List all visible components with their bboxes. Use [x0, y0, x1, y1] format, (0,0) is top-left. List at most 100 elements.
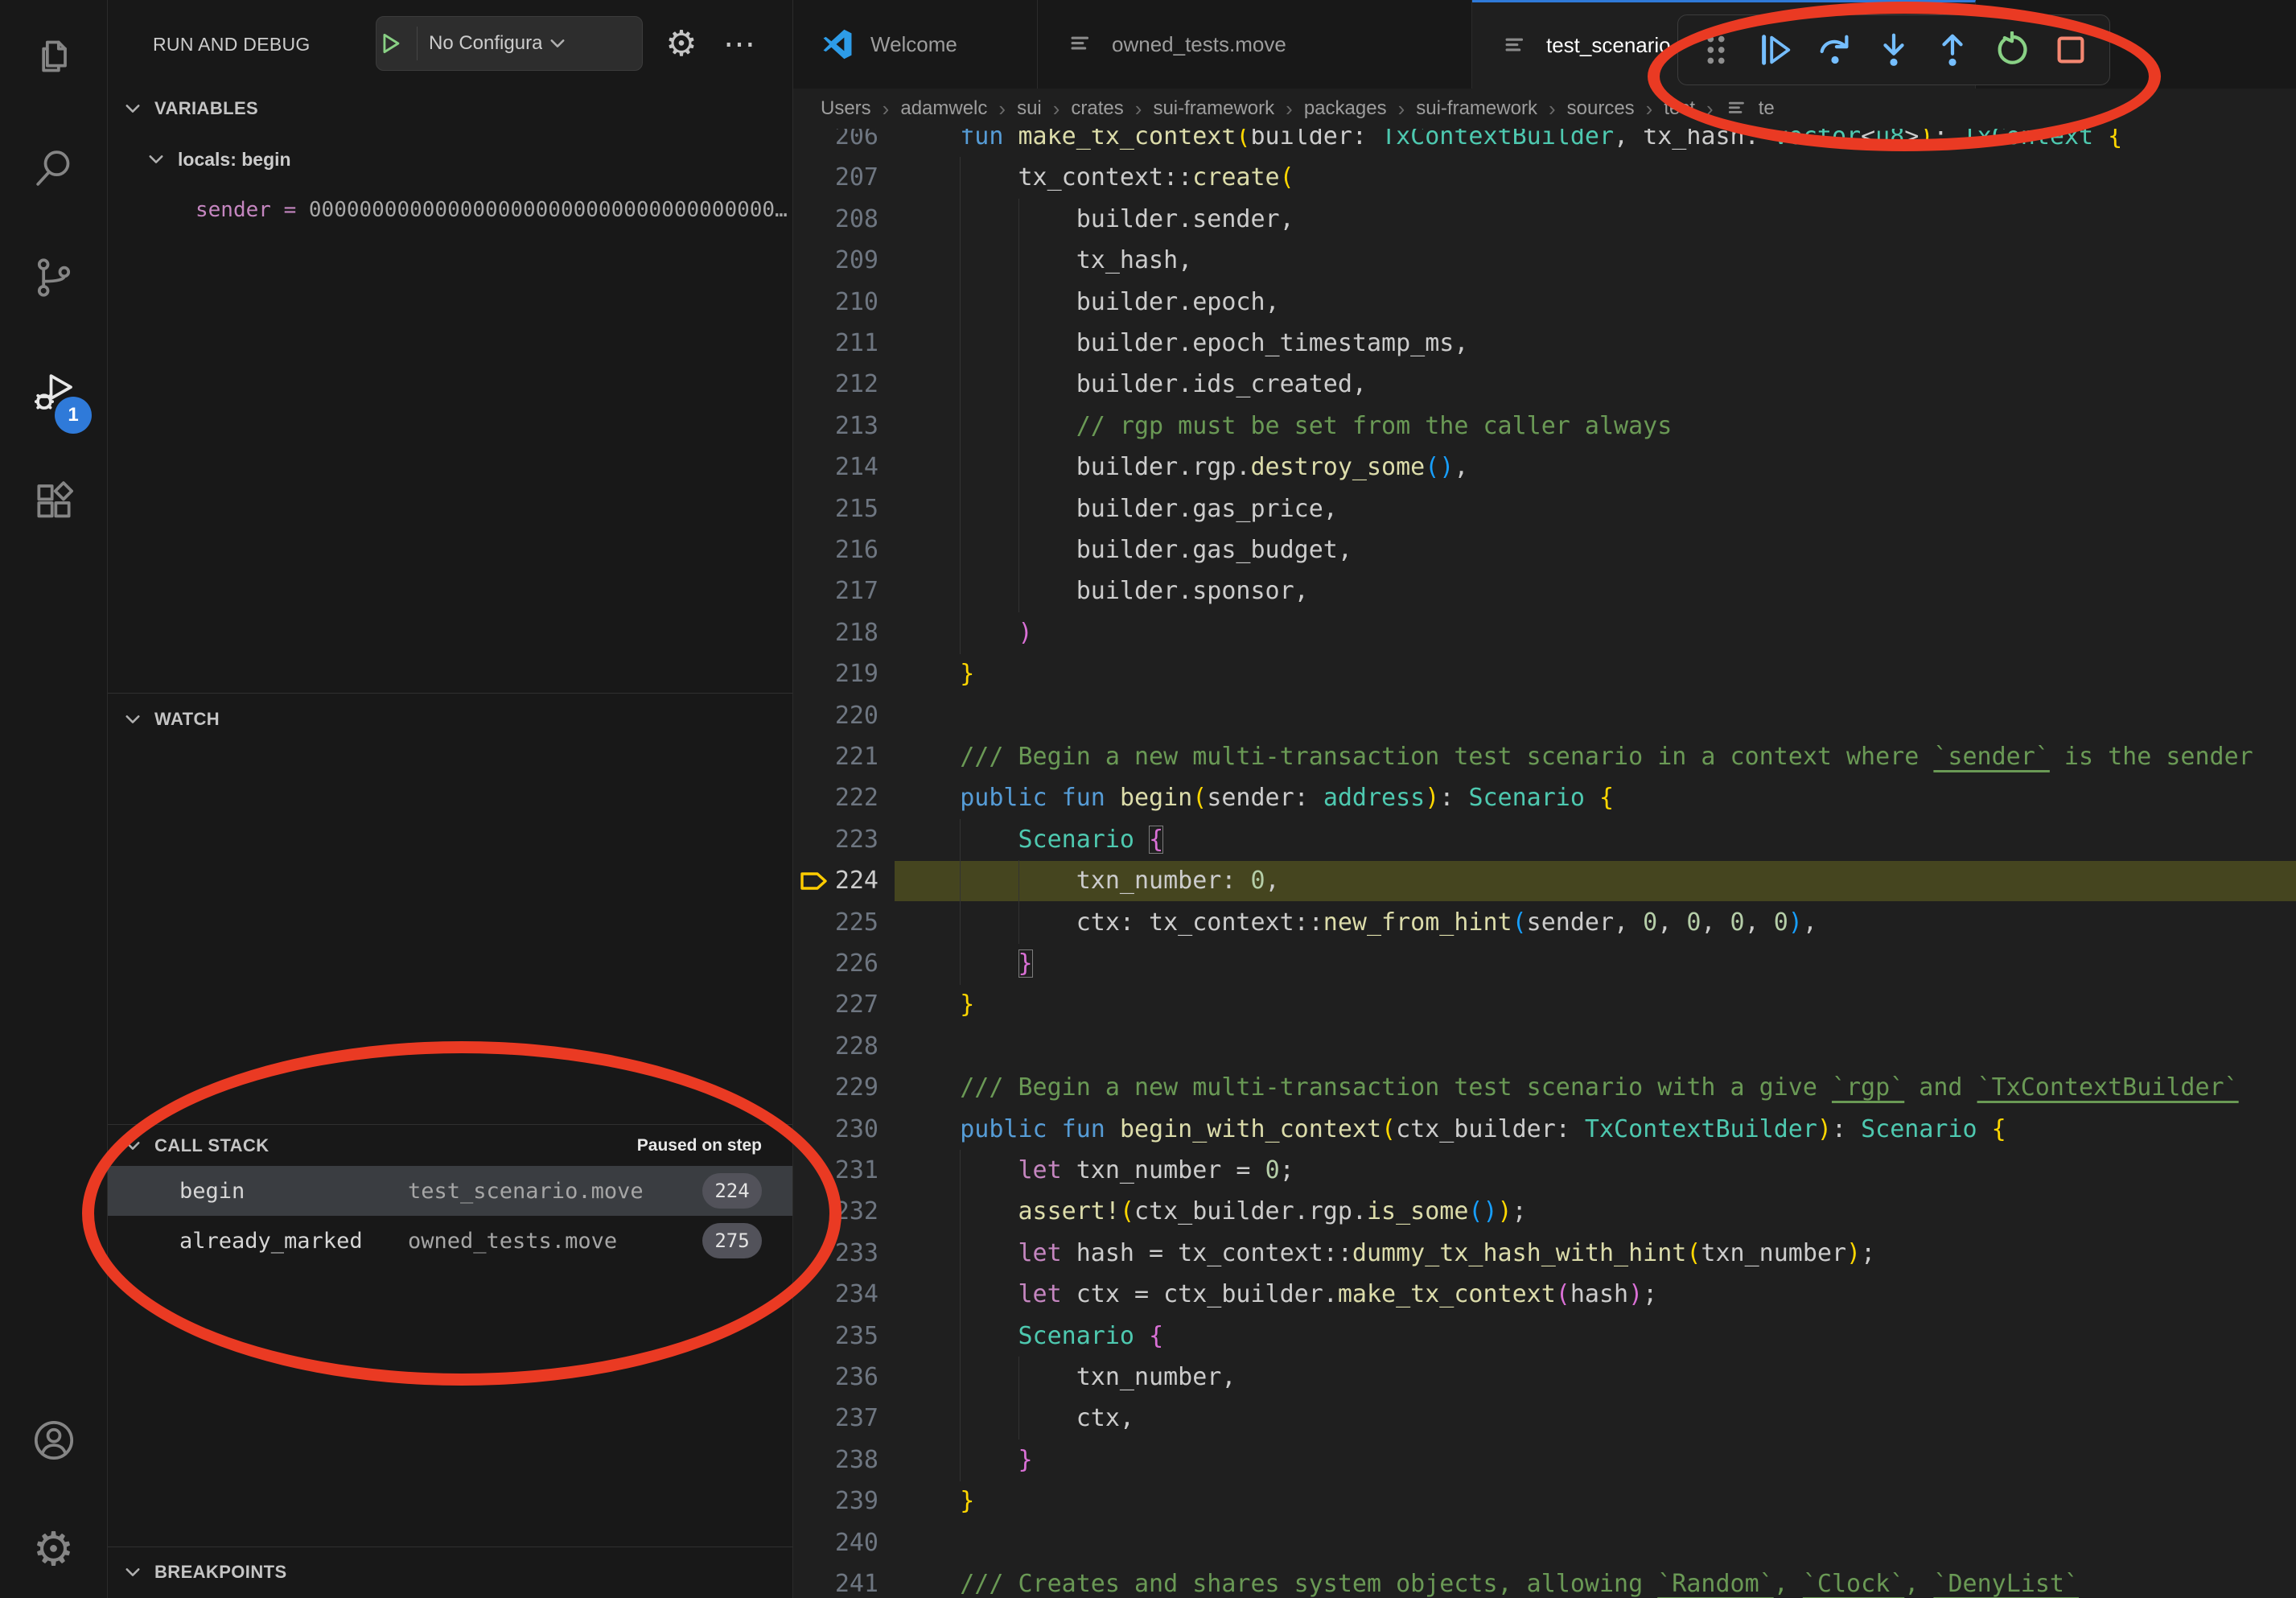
code-line-text[interactable]: }: [902, 653, 2296, 695]
code-line-text[interactable]: builder.gas_price,: [902, 488, 2296, 530]
line-number[interactable]: 220: [793, 695, 878, 737]
activity-bar-item-settings[interactable]: ⚙: [0, 1508, 107, 1592]
breakpoints-section-header[interactable]: BREAKPOINTS: [108, 1553, 792, 1592]
call-stack-section-header[interactable]: CALL STACK Paused on step: [108, 1126, 792, 1165]
line-number[interactable]: 237: [793, 1398, 878, 1439]
line-number[interactable]: 218: [793, 612, 878, 654]
code-line-text[interactable]: ctx,: [902, 1398, 2296, 1439]
code-line-text[interactable]: tx_context::create(: [902, 157, 2296, 199]
views-more-actions-icon[interactable]: ⋯: [718, 23, 761, 66]
variables-scope-row[interactable]: locals: begin: [108, 139, 792, 179]
line-number[interactable]: 231: [793, 1150, 878, 1192]
code-line-text[interactable]: /// Creates and shares system objects, a…: [902, 1563, 2296, 1598]
line-number[interactable]: 227: [793, 984, 878, 1026]
breadcrumb-item[interactable]: sui-framework: [1153, 97, 1274, 120]
code-line-text[interactable]: [902, 1026, 2296, 1068]
code-line-text[interactable]: builder.rgp.destroy_some(),: [902, 447, 2296, 488]
call-stack-frame[interactable]: begintest_scenario.move224: [108, 1166, 792, 1216]
breadcrumb-item[interactable]: sources: [1567, 97, 1635, 120]
code-line-text[interactable]: ): [902, 612, 2296, 654]
line-number[interactable]: 240: [793, 1522, 878, 1564]
code-line-text[interactable]: Scenario {: [902, 819, 2296, 861]
line-number[interactable]: 216: [793, 529, 878, 571]
code-line-text[interactable]: assert!(ctx_builder.rgp.is_some());: [902, 1191, 2296, 1233]
variable-sender-row[interactable]: sender = 0000000000000000000000000000000…: [108, 190, 792, 230]
code-line-text[interactable]: [902, 1522, 2296, 1564]
debug-step-over-button[interactable]: [1811, 26, 1859, 74]
line-number[interactable]: 233: [793, 1233, 878, 1275]
tab-welcome[interactable]: Welcome: [793, 0, 1038, 89]
line-number[interactable]: 229: [793, 1067, 878, 1109]
line-number[interactable]: 236: [793, 1357, 878, 1398]
line-number[interactable]: 215: [793, 488, 878, 530]
code-line-text[interactable]: txn_number,: [902, 1357, 2296, 1398]
code-line-text[interactable]: let ctx = ctx_builder.make_tx_context(ha…: [902, 1274, 2296, 1316]
debug-continue-button[interactable]: [1751, 26, 1800, 74]
code-line-text[interactable]: [902, 695, 2296, 737]
code-line-text[interactable]: builder.sponsor,: [902, 570, 2296, 612]
watch-section-header[interactable]: WATCH: [108, 700, 792, 739]
code-line-text[interactable]: builder.gas_budget,: [902, 529, 2296, 571]
line-number[interactable]: 223: [793, 819, 878, 861]
line-number[interactable]: 214: [793, 447, 878, 488]
line-number[interactable]: 238: [793, 1439, 878, 1481]
line-number[interactable]: 228: [793, 1026, 878, 1068]
variables-section-header[interactable]: VARIABLES: [108, 89, 792, 128]
activity-bar-item-run-and-debug[interactable]: 1: [0, 350, 107, 434]
breadcrumb-item[interactable]: sui-framework: [1416, 97, 1537, 120]
start-debug-icon[interactable]: [376, 30, 404, 57]
code-line-text[interactable]: txn_number: 0,: [902, 860, 2296, 902]
code-line-text[interactable]: }: [902, 984, 2296, 1026]
line-number[interactable]: 208: [793, 199, 878, 241]
breadcrumb-item[interactable]: packages: [1304, 97, 1387, 120]
line-number[interactable]: 226: [793, 943, 878, 985]
breadcrumb-item[interactable]: adamwelc: [900, 97, 987, 120]
breadcrumb-file-item[interactable]: te: [1725, 97, 1775, 121]
code-line-text[interactable]: builder.ids_created,: [902, 364, 2296, 406]
debug-settings-gear-icon[interactable]: ⚙: [660, 23, 703, 66]
line-number[interactable]: 221: [793, 736, 878, 778]
debug-restart-button[interactable]: [1988, 26, 2036, 74]
code-line-text[interactable]: }: [902, 1439, 2296, 1481]
line-number[interactable]: 241: [793, 1563, 878, 1598]
activity-bar-item-extensions[interactable]: [0, 461, 107, 545]
debug-step-into-button[interactable]: [1870, 26, 1918, 74]
line-number[interactable]: 211: [793, 323, 878, 364]
code-line-text[interactable]: }: [902, 943, 2296, 985]
activity-bar-item-source-control[interactable]: [0, 236, 107, 319]
line-number[interactable]: 212: [793, 364, 878, 406]
code-line-text[interactable]: // rgp must be set from the caller alway…: [902, 406, 2296, 447]
activity-bar-item-search[interactable]: [0, 126, 107, 210]
debug-drag-grip-button[interactable]: [1693, 26, 1741, 74]
code-line-text[interactable]: let hash = tx_context::dummy_tx_hash_wit…: [902, 1233, 2296, 1275]
code-line-text[interactable]: let txn_number = 0;: [902, 1150, 2296, 1192]
line-number[interactable]: 209: [793, 240, 878, 282]
line-number[interactable]: 210: [793, 282, 878, 323]
code-line-text[interactable]: Scenario {: [902, 1316, 2296, 1357]
activity-bar-item-explorer[interactable]: [0, 14, 107, 98]
line-number[interactable]: 234: [793, 1274, 878, 1316]
code-line-text[interactable]: ctx: tx_context::new_from_hint(sender, 0…: [902, 902, 2296, 944]
code-line-text[interactable]: public fun begin(sender: address): Scena…: [902, 777, 2296, 819]
line-number[interactable]: 232: [793, 1191, 878, 1233]
line-number[interactable]: 207: [793, 157, 878, 199]
launch-configuration-dropdown[interactable]: No Configura: [376, 16, 643, 71]
code-line-text[interactable]: /// Begin a new multi-transaction test s…: [902, 1067, 2296, 1109]
code-line-text[interactable]: public fun begin_with_context(ctx_builde…: [902, 1109, 2296, 1151]
line-number[interactable]: 225: [793, 902, 878, 944]
tab-owned_tests-move[interactable]: owned_tests.move: [1038, 0, 1472, 89]
line-number[interactable]: 213: [793, 406, 878, 447]
debug-stop-button[interactable]: [2047, 26, 2095, 74]
code-line-text[interactable]: builder.epoch,: [902, 282, 2296, 323]
activity-bar-item-account[interactable]: [0, 1398, 107, 1482]
code-line-text[interactable]: /// Begin a new multi-transaction test s…: [902, 736, 2296, 778]
code-line-text[interactable]: builder.epoch_timestamp_ms,: [902, 323, 2296, 364]
line-number[interactable]: 235: [793, 1316, 878, 1357]
line-number[interactable]: 219: [793, 653, 878, 695]
breadcrumb-item[interactable]: crates: [1071, 97, 1123, 120]
breadcrumb-item[interactable]: sui: [1017, 97, 1042, 120]
breadcrumb-item[interactable]: Users: [821, 97, 871, 120]
line-number[interactable]: 239: [793, 1481, 878, 1522]
line-number[interactable]: 222: [793, 777, 878, 819]
code-line-text[interactable]: }: [902, 1481, 2296, 1522]
